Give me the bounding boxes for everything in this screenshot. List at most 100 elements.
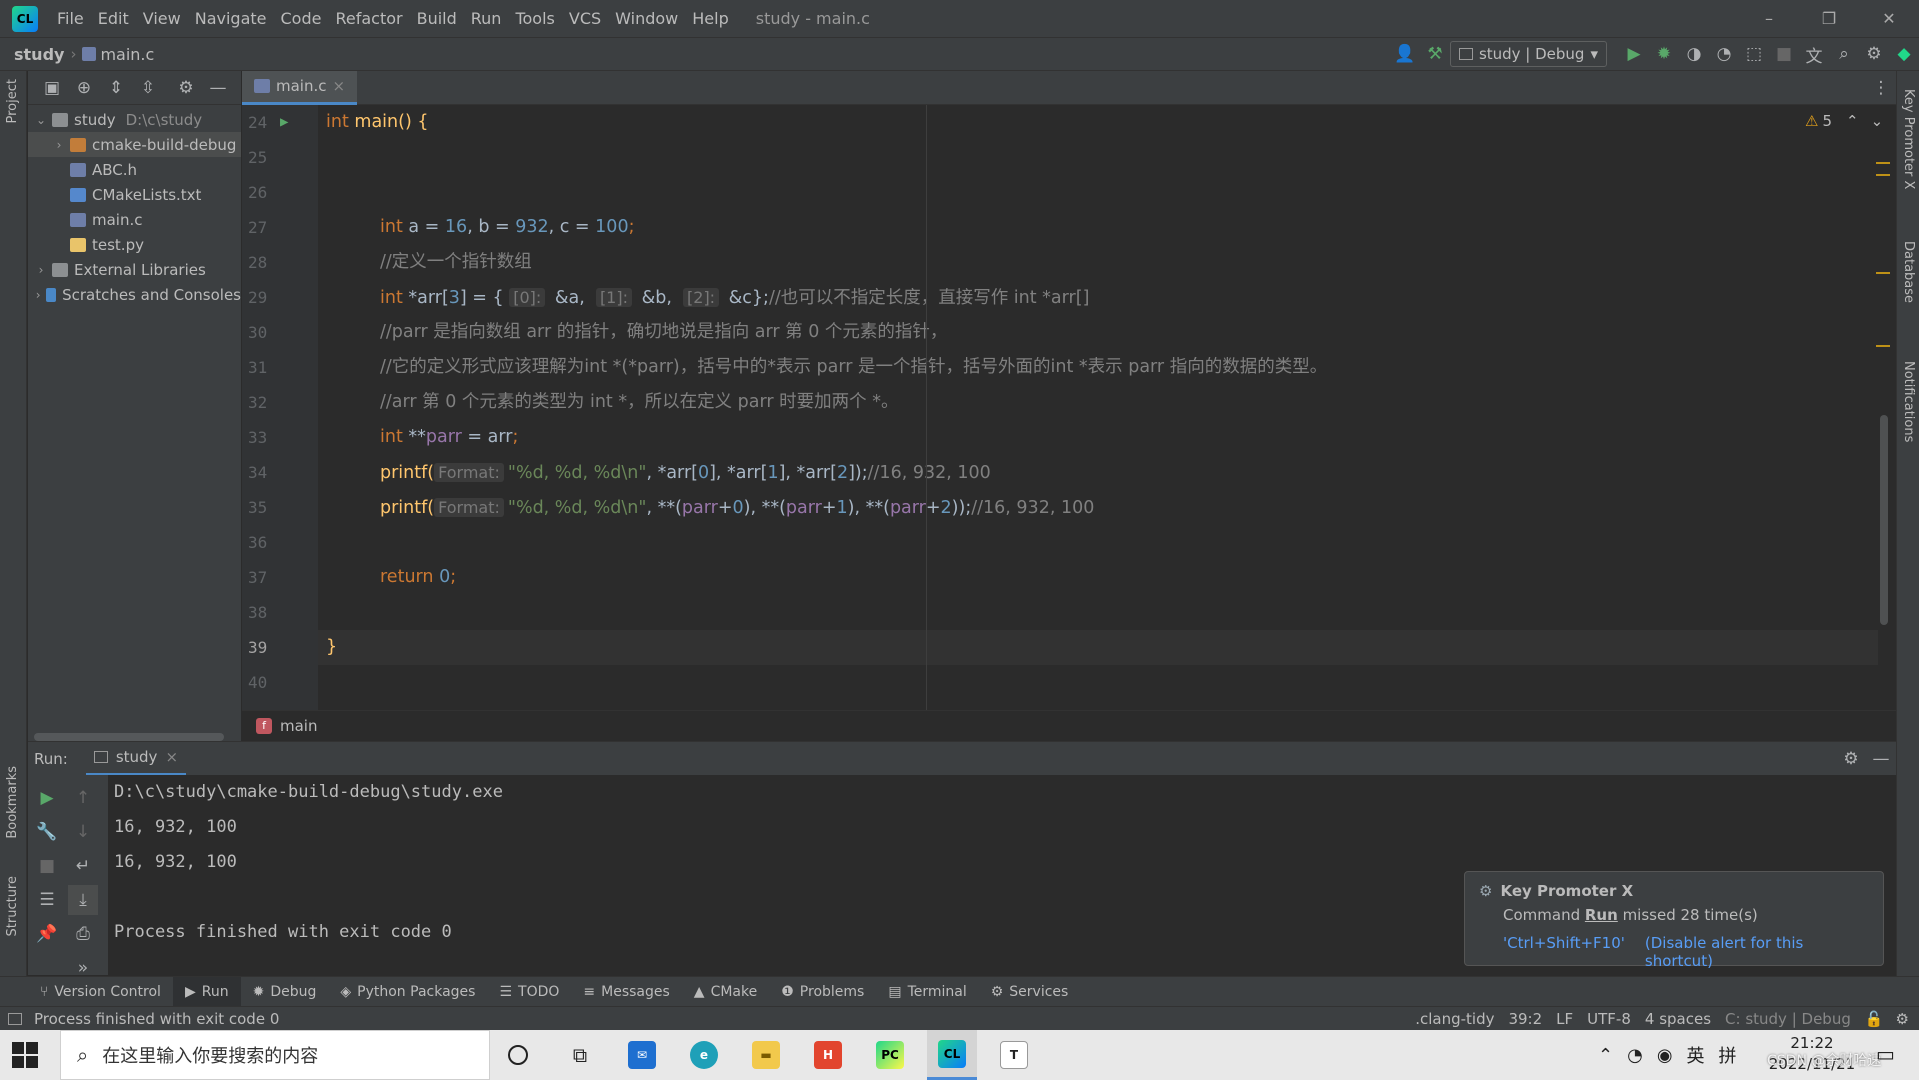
line-number[interactable]: 29 — [242, 280, 318, 315]
minimize-button[interactable]: – — [1739, 0, 1799, 37]
layout-toggle-icon[interactable] — [8, 1012, 22, 1025]
tree-item[interactable]: ⌄ study D:\c\study — [28, 107, 241, 132]
network-icon[interactable]: ◔ — [1627, 1045, 1643, 1066]
task-view-icon[interactable]: ⧉ — [555, 1030, 605, 1080]
line-number[interactable]: 36 — [242, 525, 318, 560]
stop-run-icon[interactable]: ■ — [32, 851, 62, 881]
bookmarks-tool-button[interactable]: Bookmarks — [5, 766, 20, 839]
typora-app-icon[interactable]: T — [989, 1030, 1039, 1080]
menu-code[interactable]: Code — [274, 0, 329, 37]
line-number[interactable]: 30 — [242, 315, 318, 350]
expand-all-icon[interactable]: ⇕ — [106, 73, 126, 103]
attach-debugger-icon[interactable]: ⬚ — [1739, 39, 1769, 69]
warning-stripe-mark[interactable] — [1876, 174, 1890, 176]
line-number[interactable]: 31 — [242, 350, 318, 385]
menu-tools[interactable]: Tools — [508, 0, 561, 37]
file-encoding[interactable]: UTF-8 — [1587, 1010, 1631, 1028]
hide-run-panel-icon[interactable]: — — [1866, 744, 1896, 774]
menu-refactor[interactable]: Refactor — [328, 0, 409, 37]
pycharm-app-icon[interactable]: PC — [865, 1030, 915, 1080]
collapse-all-icon[interactable]: ⇳ — [138, 73, 158, 103]
line-number[interactable]: 24 ▶ — [242, 105, 318, 140]
translate-icon[interactable]: 文 — [1799, 39, 1829, 69]
action-center-icon[interactable]: ▭ — [1876, 1042, 1895, 1066]
tree-item[interactable]: › cmake-build-debug — [28, 132, 241, 157]
warning-stripe-mark[interactable] — [1876, 345, 1890, 347]
cortana-icon[interactable] — [493, 1030, 543, 1080]
line-number[interactable]: 39 — [242, 630, 318, 665]
collapsed-chevron-icon[interactable]: › — [34, 288, 42, 302]
run-tab-study[interactable]: study × — [85, 742, 187, 776]
panel-layout-icon[interactable]: ▣ — [42, 73, 62, 103]
terminal-tool[interactable]: ▤ Terminal — [876, 977, 978, 1007]
rerun-icon[interactable]: ▶ — [32, 783, 62, 813]
resolve-context[interactable]: C: study | Debug — [1725, 1010, 1851, 1028]
locate-target-icon[interactable]: ⊕ — [74, 73, 94, 103]
collapsed-chevron-icon[interactable]: › — [34, 263, 48, 277]
search-icon[interactable]: ⌕ — [1829, 39, 1859, 69]
menu-run[interactable]: Run — [464, 0, 509, 37]
jetbrains-toolbox-icon[interactable]: ◆ — [1889, 39, 1919, 69]
debug-bug-icon[interactable]: ✹ — [1649, 39, 1679, 69]
line-number[interactable]: 32 — [242, 385, 318, 420]
line-number[interactable]: 25 — [242, 140, 318, 175]
caret-position[interactable]: 39:2 — [1508, 1010, 1542, 1028]
breadcrumb-file[interactable]: main.c — [100, 45, 154, 64]
project-tool-button[interactable]: Project — [5, 79, 20, 123]
services-tool[interactable]: ⚙ Services — [979, 977, 1081, 1007]
run-icon[interactable]: ▶ — [1619, 39, 1649, 69]
windows-start-icon[interactable] — [12, 1042, 38, 1068]
restore-button[interactable]: ❐ — [1799, 0, 1859, 37]
line-number[interactable]: 26 — [242, 175, 318, 210]
collapsed-chevron-icon[interactable]: › — [52, 138, 66, 152]
inspection-widget[interactable]: ⚠ 5 ⌃ ⌄ — [1805, 112, 1883, 130]
line-number[interactable]: 34 — [242, 455, 318, 490]
structure-tool-button[interactable]: Structure — [5, 876, 20, 936]
indent-setting[interactable]: 4 spaces — [1645, 1010, 1711, 1028]
hide-panel-icon[interactable]: — — [208, 73, 228, 103]
file-explorer-icon[interactable]: ▬ — [741, 1030, 791, 1080]
close-run-tab-icon[interactable]: × — [165, 748, 178, 766]
tree-item[interactable]: ABC.h — [28, 157, 241, 182]
line-number[interactable]: 33 — [242, 420, 318, 455]
wrench-icon[interactable]: 🔧 — [32, 817, 62, 847]
editor-vertical-scrollbar[interactable] — [1880, 415, 1888, 625]
previous-highlight-icon[interactable]: ⌃ — [1846, 112, 1859, 130]
menu-vcs[interactable]: VCS — [562, 0, 608, 37]
run-settings-gear-icon[interactable]: ⚙ — [1836, 744, 1866, 774]
database-tool-button[interactable]: Database — [1901, 241, 1916, 303]
expanded-chevron-icon[interactable]: ⌄ — [34, 113, 48, 127]
memory-indicator-icon[interactable]: ⚙ — [1896, 1010, 1909, 1028]
close-tab-icon[interactable]: × — [333, 77, 346, 95]
run-tool[interactable]: ▶ Run — [172, 976, 241, 1007]
menu-build[interactable]: Build — [410, 0, 464, 37]
clang-tidy-widget[interactable]: .clang-tidy — [1415, 1010, 1494, 1028]
line-number[interactable]: 35 — [242, 490, 318, 525]
build-hammer-icon[interactable]: ⚒ — [1420, 39, 1450, 69]
tree-item[interactable]: › Scratches and Consoles — [28, 282, 241, 307]
menu-navigate[interactable]: Navigate — [188, 0, 274, 37]
tree-item[interactable]: › External Libraries — [28, 257, 241, 282]
settings-gear-icon[interactable]: ⚙ — [1859, 39, 1889, 69]
run-configuration-select[interactable]: study | Debug ▾ — [1449, 41, 1607, 67]
print-icon[interactable]: ⎙ — [68, 919, 98, 949]
clion-app-icon[interactable]: CL — [927, 1030, 977, 1080]
disable-alert-link[interactable]: (Disable alert for this shortcut) — [1645, 934, 1869, 970]
menu-window[interactable]: Window — [608, 0, 685, 37]
tree-item[interactable]: main.c — [28, 207, 241, 232]
scroll-to-end-icon[interactable]: ⤓ — [68, 885, 98, 915]
down-arrow-icon[interactable]: ↓ — [68, 817, 98, 847]
shortcut-link[interactable]: 'Ctrl+Shift+F10' — [1503, 934, 1625, 970]
edge-browser-icon[interactable]: e — [679, 1030, 729, 1080]
line-number[interactable]: 28 — [242, 245, 318, 280]
python-packages-tool[interactable]: ◈ Python Packages — [328, 977, 487, 1007]
coverage-icon[interactable]: ◑ — [1679, 39, 1709, 69]
line-number[interactable]: 37 — [242, 560, 318, 595]
cmake-tool[interactable]: ▲ CMake — [682, 977, 769, 1007]
warning-stripe-mark[interactable] — [1876, 162, 1890, 164]
run-gutter-icon[interactable]: ▶ — [280, 105, 288, 140]
more-tabs-icon[interactable]: ⋮ — [1866, 73, 1896, 103]
soft-wrap-icon[interactable]: ↵ — [68, 851, 98, 881]
profile-icon[interactable]: ◔ — [1709, 39, 1739, 69]
notifications-tool-button[interactable]: Notifications — [1901, 361, 1916, 442]
